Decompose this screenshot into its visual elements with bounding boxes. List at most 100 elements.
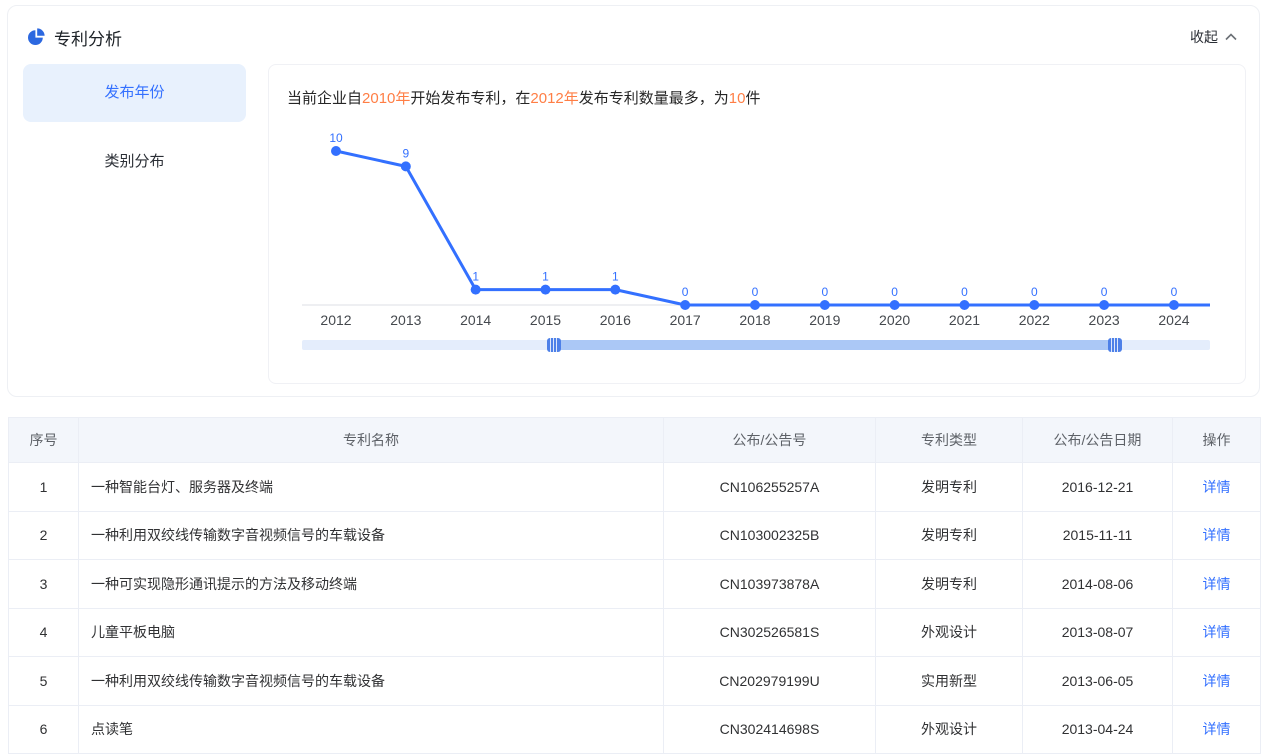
side-tabs: 发布年份 类别分布 <box>23 64 246 384</box>
data-point <box>1169 300 1179 310</box>
cell-date: 2013-06-05 <box>1023 657 1173 706</box>
data-point-label: 0 <box>682 285 689 299</box>
datazoom-track[interactable] <box>302 340 1210 350</box>
card-header: 专利分析 收起 <box>8 6 1259 58</box>
cell-index: 3 <box>9 560 79 609</box>
x-axis-tick-label: 2021 <box>949 312 980 328</box>
cell-name: 一种可实现隐形通讯提示的方法及移动终端 <box>79 560 664 609</box>
card-body: 发布年份 类别分布 当前企业自2010年开始发布专利，在2012年发布专利数量最… <box>8 58 1259 384</box>
table-header-cell: 专利名称 <box>79 418 664 463</box>
data-point <box>750 300 760 310</box>
detail-link[interactable]: 详情 <box>1203 479 1231 495</box>
series-line <box>336 151 1210 305</box>
table-header-cell: 操作 <box>1173 418 1261 463</box>
x-axis-tick-label: 2015 <box>530 312 561 328</box>
detail-link[interactable]: 详情 <box>1203 576 1231 592</box>
pie-chart-icon <box>27 28 45 46</box>
table-row: 5一种利用双绞线传输数字音视频信号的车载设备CN202979199U实用新型20… <box>9 657 1261 706</box>
table-row: 2一种利用双绞线传输数字音视频信号的车载设备CN103002325B发明专利20… <box>9 511 1261 560</box>
cell-type: 发明专利 <box>876 511 1023 560</box>
cell-action: 详情 <box>1173 463 1261 512</box>
table-row: 1一种智能台灯、服务器及终端CN106255257A发明专利2016-12-21… <box>9 463 1261 512</box>
cell-number: CN302414698S <box>664 705 876 754</box>
cell-date: 2015-11-11 <box>1023 511 1173 560</box>
tab-category-distribution[interactable]: 类别分布 <box>23 133 246 191</box>
cell-type: 外观设计 <box>876 608 1023 657</box>
collapse-button[interactable]: 收起 <box>1190 27 1237 47</box>
cell-number: CN202979199U <box>664 657 876 706</box>
detail-link[interactable]: 详情 <box>1203 673 1231 689</box>
data-point-label: 0 <box>1101 285 1108 299</box>
table-header-cell: 公布/公告号 <box>664 418 876 463</box>
data-point <box>1029 300 1039 310</box>
detail-link[interactable]: 详情 <box>1203 527 1231 543</box>
cell-date: 2013-08-07 <box>1023 608 1173 657</box>
cell-name: 一种利用双绞线传输数字音视频信号的车载设备 <box>79 657 664 706</box>
cell-index: 4 <box>9 608 79 657</box>
x-axis-tick-label: 2022 <box>1019 312 1050 328</box>
table-body: 1一种智能台灯、服务器及终端CN106255257A发明专利2016-12-21… <box>9 463 1261 754</box>
table-row: 6点读笔CN302414698S外观设计2013-04-24详情 <box>9 705 1261 754</box>
data-point <box>401 161 411 171</box>
cell-action: 详情 <box>1173 705 1261 754</box>
detail-link[interactable]: 详情 <box>1203 624 1231 640</box>
data-point-label: 1 <box>612 270 619 284</box>
cell-name: 一种利用双绞线传输数字音视频信号的车载设备 <box>79 511 664 560</box>
data-point-label: 0 <box>821 285 828 299</box>
patent-analysis-card: 专利分析 收起 发布年份 类别分布 当前企业自2010年开始发布专利，在2012… <box>7 5 1260 397</box>
cell-type: 发明专利 <box>876 463 1023 512</box>
tab-publish-year[interactable]: 发布年份 <box>23 64 246 122</box>
data-point-label: 10 <box>329 131 343 145</box>
table-header-cell: 专利类型 <box>876 418 1023 463</box>
cell-name: 儿童平板电脑 <box>79 608 664 657</box>
x-axis-tick-label: 2023 <box>1089 312 1120 328</box>
data-point <box>890 300 900 310</box>
x-axis-tick-label: 2016 <box>600 312 631 328</box>
patent-table: 序号专利名称公布/公告号专利类型公布/公告日期操作 1一种智能台灯、服务器及终端… <box>8 417 1261 754</box>
table-header-cell: 公布/公告日期 <box>1023 418 1173 463</box>
data-point-label: 0 <box>752 285 759 299</box>
cell-index: 5 <box>9 657 79 706</box>
data-point <box>471 285 481 295</box>
data-point <box>820 300 830 310</box>
data-point-label: 1 <box>472 270 479 284</box>
data-point-label: 9 <box>402 146 409 160</box>
data-point <box>540 285 550 295</box>
patent-year-line-chart: 1020129201312014120151201602017020180201… <box>269 65 1247 385</box>
cell-date: 2014-08-06 <box>1023 560 1173 609</box>
data-point-label: 1 <box>542 270 549 284</box>
chart-panel: 当前企业自2010年开始发布专利，在2012年发布专利数量最多，为10件 102… <box>268 64 1246 384</box>
table-row: 3一种可实现隐形通讯提示的方法及移动终端CN103973878A发明专利2014… <box>9 560 1261 609</box>
cell-type: 外观设计 <box>876 705 1023 754</box>
table-header-cell: 序号 <box>9 418 79 463</box>
cell-number: CN103002325B <box>664 511 876 560</box>
x-axis-tick-label: 2020 <box>879 312 910 328</box>
cell-action: 详情 <box>1173 608 1261 657</box>
cell-number: CN106255257A <box>664 463 876 512</box>
cell-number: CN103973878A <box>664 560 876 609</box>
cell-index: 6 <box>9 705 79 754</box>
datazoom-right-handle[interactable] <box>1108 338 1122 352</box>
cell-index: 2 <box>9 511 79 560</box>
x-axis-tick-label: 2012 <box>320 312 351 328</box>
data-point-label: 0 <box>1031 285 1038 299</box>
page-title: 专利分析 <box>54 25 122 50</box>
cell-action: 详情 <box>1173 560 1261 609</box>
data-point <box>331 146 341 156</box>
x-axis-tick-label: 2013 <box>390 312 421 328</box>
detail-link[interactable]: 详情 <box>1203 721 1231 737</box>
cell-date: 2016-12-21 <box>1023 463 1173 512</box>
cell-type: 发明专利 <box>876 560 1023 609</box>
datazoom-left-handle[interactable] <box>547 338 561 352</box>
data-point <box>610 285 620 295</box>
cell-action: 详情 <box>1173 657 1261 706</box>
data-point <box>959 300 969 310</box>
cell-action: 详情 <box>1173 511 1261 560</box>
x-axis-tick-label: 2014 <box>460 312 491 328</box>
table-row: 4儿童平板电脑CN302526581S外观设计2013-08-07 详情 <box>9 608 1261 657</box>
datazoom-selected-range[interactable] <box>554 340 1114 350</box>
cell-number: CN302526581S <box>664 608 876 657</box>
x-axis-tick-label: 2024 <box>1158 312 1189 328</box>
x-axis-tick-label: 2017 <box>670 312 701 328</box>
data-point <box>1099 300 1109 310</box>
